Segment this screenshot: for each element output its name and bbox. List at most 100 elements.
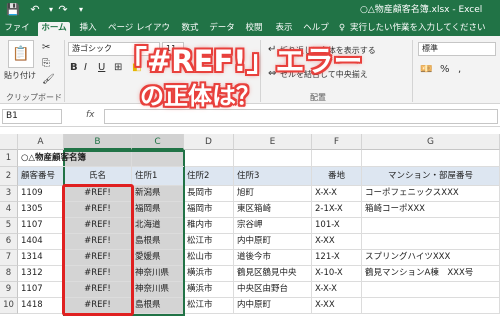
cell-address2[interactable]: 横浜市	[184, 266, 234, 282]
cell-customer-id[interactable]: 1305	[18, 202, 64, 218]
cell-address3[interactable]: 宗谷岬	[234, 218, 312, 234]
row-header[interactable]: 6	[0, 234, 18, 250]
column-header-b[interactable]: B	[64, 134, 132, 150]
cell-address3[interactable]: 内中原町	[234, 234, 312, 250]
cell-apartment[interactable]: スプリングハイツXXX	[362, 250, 500, 266]
italic-icon[interactable]: I	[84, 62, 87, 73]
cell-ref-error[interactable]: #REF!	[64, 250, 132, 266]
cell-apartment[interactable]	[362, 218, 500, 234]
tab-home[interactable]: ホーム	[38, 22, 70, 36]
percent-icon[interactable]: %	[440, 64, 450, 75]
paste-button[interactable]: 貼り付け	[4, 70, 36, 81]
copy-icon[interactable]: ⎘	[42, 58, 50, 69]
cell-customer-id[interactable]: 1107	[18, 282, 64, 298]
cell-address1[interactable]: 神奈川県	[132, 266, 184, 282]
cell-address1[interactable]: 福岡県	[132, 202, 184, 218]
cell-address1[interactable]: 北海道	[132, 218, 184, 234]
cell-address2[interactable]: 松江市	[184, 234, 234, 250]
row-header[interactable]: 3	[0, 186, 18, 202]
column-header-a[interactable]: A	[18, 134, 64, 150]
tell-me-search[interactable]: 実行したい作業を入力してください	[350, 22, 500, 36]
tab-formulas[interactable]: 数式	[178, 22, 202, 36]
cell-address2[interactable]: 長岡市	[184, 186, 234, 202]
cell-apartment[interactable]: 箱崎コーポXXX	[362, 202, 500, 218]
customize-icon[interactable]: ▾	[74, 3, 88, 17]
cell-ref-error[interactable]: #REF!	[64, 186, 132, 202]
lightbulb-icon[interactable]: ♀	[336, 22, 348, 36]
row-header[interactable]: 9	[0, 282, 18, 298]
header-cell-address3[interactable]: 住所3	[234, 167, 312, 186]
cut-icon[interactable]: ✂	[42, 42, 50, 53]
cell-ref-error[interactable]: #REF!	[64, 298, 132, 314]
cell[interactable]	[362, 150, 500, 167]
cell-address2[interactable]: 福岡市	[184, 202, 234, 218]
undo-icon[interactable]: ↶	[28, 3, 42, 17]
cell-address2[interactable]: 稚内市	[184, 218, 234, 234]
cell-apartment[interactable]	[362, 298, 500, 314]
cell-block[interactable]: 121-X	[312, 250, 362, 266]
currency-icon[interactable]: 💴	[420, 64, 432, 75]
cell-ref-error[interactable]: #REF!	[64, 218, 132, 234]
tab-page-layout[interactable]: ページ レイアウト	[106, 22, 172, 46]
cell-customer-id[interactable]: 1314	[18, 250, 64, 266]
column-header-c[interactable]: C	[132, 134, 184, 150]
row-header[interactable]: 7	[0, 250, 18, 266]
cell-address2[interactable]: 松山市	[184, 250, 234, 266]
column-header-g[interactable]: G	[362, 134, 500, 150]
cell-customer-id[interactable]: 1109	[18, 186, 64, 202]
cell-ref-error[interactable]: #REF!	[64, 234, 132, 250]
cell-block[interactable]: X-XX	[312, 234, 362, 250]
cell-block[interactable]: X-XX	[312, 298, 362, 314]
cell-address3[interactable]: 東区箱崎	[234, 202, 312, 218]
cell-block[interactable]: 101-X	[312, 218, 362, 234]
column-header-f[interactable]: F	[312, 134, 362, 150]
cell-address3[interactable]: 道後今市	[234, 250, 312, 266]
cell-address1[interactable]: 島根県	[132, 234, 184, 250]
comma-icon[interactable]: ,	[458, 64, 461, 75]
save-icon[interactable]: 💾	[6, 3, 20, 17]
cell[interactable]	[312, 150, 362, 167]
formula-input[interactable]	[104, 109, 498, 124]
redo-icon[interactable]: ↷	[56, 3, 70, 17]
header-cell-block[interactable]: 番地	[312, 167, 362, 186]
cell-customer-id[interactable]: 1418	[18, 298, 64, 314]
cell-address3[interactable]: 中央区由野台	[234, 282, 312, 298]
cell-block[interactable]: 2-1X-X	[312, 202, 362, 218]
bold-icon[interactable]: B	[70, 62, 78, 73]
cell-apartment[interactable]	[362, 234, 500, 250]
header-cell-address2[interactable]: 住所2	[184, 167, 234, 186]
cell-ref-error[interactable]: #REF!	[64, 282, 132, 298]
cell-customer-id[interactable]: 1107	[18, 218, 64, 234]
column-header-d[interactable]: D	[184, 134, 234, 150]
row-header[interactable]: 4	[0, 202, 18, 218]
cell-address2[interactable]: 松江市	[184, 298, 234, 314]
header-cell-address1[interactable]: 住所1	[132, 167, 184, 186]
cell-ref-error[interactable]: #REF!	[64, 266, 132, 282]
underline-icon[interactable]: U	[98, 62, 105, 73]
header-cell-apartment[interactable]: マンション・部屋番号	[362, 167, 500, 186]
cell-block[interactable]: X-X-X	[312, 186, 362, 202]
row-header[interactable]: 5	[0, 218, 18, 234]
select-all-corner[interactable]	[0, 134, 18, 150]
cell-block[interactable]: X-10-X	[312, 266, 362, 282]
cell-address2[interactable]: 横浜市	[184, 282, 234, 298]
sheet-title-cell[interactable]: ○△物産顧客名簿	[18, 150, 184, 167]
row-header[interactable]: 1	[0, 150, 18, 167]
tab-file[interactable]: ファイル	[2, 22, 32, 46]
tab-help[interactable]: ヘルプ	[302, 22, 330, 36]
cell[interactable]	[184, 150, 234, 167]
cell-customer-id[interactable]: 1404	[18, 234, 64, 250]
cell-address1[interactable]: 島根県	[132, 298, 184, 314]
number-format-select[interactable]: 標準	[418, 42, 496, 56]
cell-apartment[interactable]: 鶴見マンションA棟 XXX号	[362, 266, 500, 282]
cell-customer-id[interactable]: 1312	[18, 266, 64, 282]
tab-review[interactable]: 校閲	[242, 22, 266, 36]
fx-icon[interactable]: fx	[86, 110, 95, 120]
cell-block[interactable]: X-X-X	[312, 282, 362, 298]
tab-data[interactable]: データ	[208, 22, 236, 36]
row-header[interactable]: 10	[0, 298, 18, 314]
name-box[interactable]: B1	[2, 109, 62, 124]
row-header[interactable]: 8	[0, 266, 18, 282]
cell-address1[interactable]: 愛媛県	[132, 250, 184, 266]
cell-address1[interactable]: 神奈川県	[132, 282, 184, 298]
